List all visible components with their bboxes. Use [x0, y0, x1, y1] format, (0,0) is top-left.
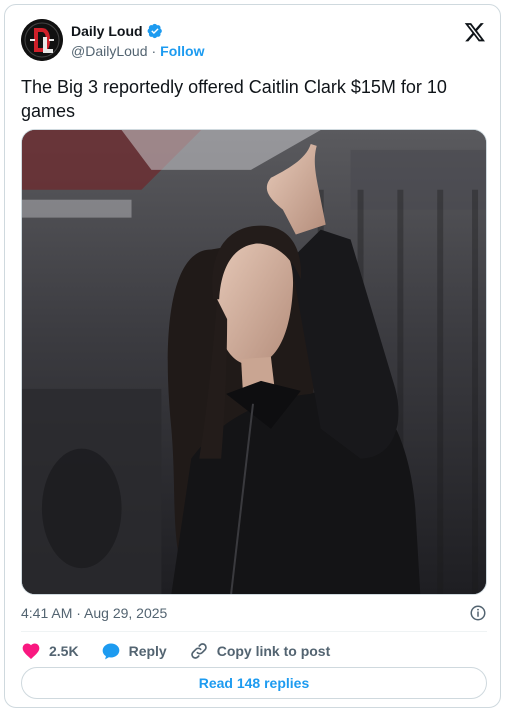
- copy-link-label: Copy link to post: [216, 643, 331, 659]
- action-bar: 2.5K Reply Copy link to post: [21, 639, 330, 663]
- divider: [21, 631, 487, 632]
- verified-badge-icon: [147, 23, 163, 39]
- info-icon[interactable]: [469, 604, 487, 622]
- tweet-photo[interactable]: [21, 129, 487, 595]
- daily-loud-logo: [21, 19, 63, 61]
- copy-link-button[interactable]: Copy link to post: [189, 641, 331, 661]
- photo-image: [22, 130, 486, 594]
- reply-icon: [101, 641, 121, 661]
- x-logo-icon[interactable]: [464, 21, 486, 43]
- tweet-embed-card: Daily Loud @DailyLoud · Follow The Big 3…: [4, 4, 501, 708]
- tweet-text: The Big 3 reportedly offered Caitlin Cla…: [21, 77, 447, 121]
- link-icon: [189, 641, 209, 661]
- author-name-row: Daily Loud: [71, 23, 163, 39]
- timestamp-row: 4:41 AM · Aug 29, 2025: [21, 603, 487, 623]
- read-replies-button[interactable]: Read 148 replies: [21, 667, 487, 699]
- avatar[interactable]: [21, 19, 63, 61]
- author-handle-row: @DailyLoud · Follow: [71, 43, 204, 59]
- author-display-name[interactable]: Daily Loud: [71, 23, 143, 39]
- handle-separator: ·: [151, 43, 157, 59]
- author-handle[interactable]: @DailyLoud: [71, 43, 147, 59]
- like-button[interactable]: 2.5K: [21, 641, 79, 661]
- reply-label: Reply: [128, 643, 167, 659]
- like-count: 2.5K: [49, 643, 79, 659]
- reply-button[interactable]: Reply: [101, 641, 167, 661]
- heart-icon: [21, 641, 41, 661]
- follow-button[interactable]: Follow: [160, 43, 204, 59]
- tweet-timestamp[interactable]: 4:41 AM · Aug 29, 2025: [21, 605, 167, 621]
